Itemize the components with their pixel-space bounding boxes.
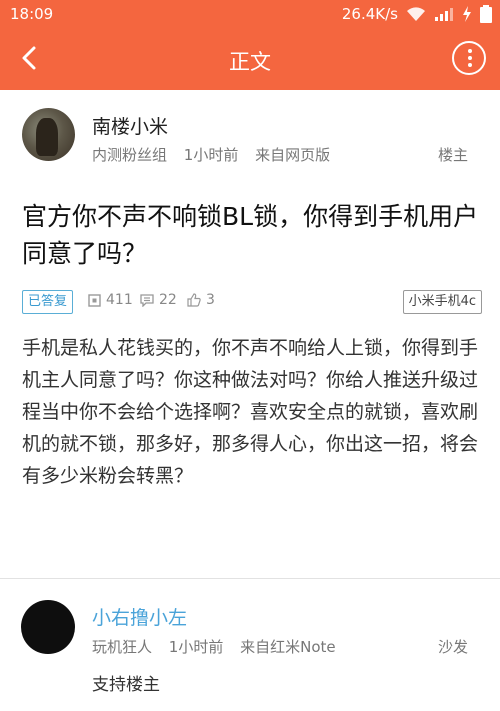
post-time: 1小时前: [183, 146, 239, 164]
author-meta: 内测粉丝组 1小时前 来自网页版: [92, 144, 342, 165]
comments-count: 22: [159, 292, 177, 308]
post-title: 官方你不声不响锁BL锁，你得到手机用户同意了吗？: [22, 202, 479, 268]
reply-item: 小右撸小左 玩机狂人 1小时前 来自红米Note 沙发 支持楼主: [0, 580, 500, 711]
author-avatar[interactable]: [22, 108, 75, 161]
likes-count: 3: [206, 292, 215, 308]
author-name[interactable]: 南楼小米: [92, 112, 168, 139]
comment-icon: [140, 293, 154, 307]
views-count: 411: [106, 292, 133, 308]
battery-icon: [480, 5, 492, 23]
more-dot: [468, 63, 472, 67]
status-icons: 26.4K/s: [342, 5, 492, 23]
more-dots-icon: [468, 49, 472, 53]
comments-stat: 22: [140, 292, 177, 308]
reply-source: 来自红米Note: [240, 638, 336, 656]
answered-badge: 已答复: [22, 290, 74, 314]
more-options-button[interactable]: [452, 41, 486, 75]
status-bar: 18:09 26.4K/s: [0, 0, 500, 28]
wifi-icon: [407, 7, 425, 21]
reply-text: 支持楼主: [92, 675, 160, 695]
views-icon: [88, 293, 101, 307]
network-speed: 26.4K/s: [341, 5, 398, 23]
reply-time: 1小时前: [168, 638, 224, 656]
likes-stat: 3: [187, 292, 215, 308]
post-source: 来自网页版: [255, 146, 331, 164]
charging-icon: [463, 6, 471, 22]
page-title: 正文: [229, 50, 271, 74]
floor-label: 楼主: [437, 146, 468, 164]
reply-author-name[interactable]: 小右撸小左: [92, 603, 187, 630]
device-tag[interactable]: 小米手机4c: [402, 290, 482, 314]
post-body: 手机是私人花钱买的，你不声不响给人上锁，你得到手机主人同意了吗？你这种做法对吗？…: [22, 337, 479, 487]
reply-group: 玩机狂人: [92, 638, 153, 656]
app-bar: 正文: [0, 28, 500, 90]
divider: [0, 578, 500, 579]
views-stat: 411: [88, 292, 133, 308]
more-dot: [468, 56, 472, 60]
status-time: 18:09: [10, 5, 54, 23]
reply-meta: 玩机狂人 1小时前 来自红米Note: [92, 636, 348, 657]
signal-icon: [435, 8, 453, 21]
thumbs-up-icon: [187, 293, 201, 307]
reply-avatar[interactable]: [21, 600, 75, 654]
reply-floor-label: 沙发: [437, 638, 468, 656]
post-stats: 已答复 411 22 3 小米手机4c: [22, 290, 482, 314]
post-author-section: 南楼小米 内测粉丝组 1小时前 来自网页版 楼主: [0, 90, 500, 180]
author-group: 内测粉丝组: [92, 146, 168, 164]
